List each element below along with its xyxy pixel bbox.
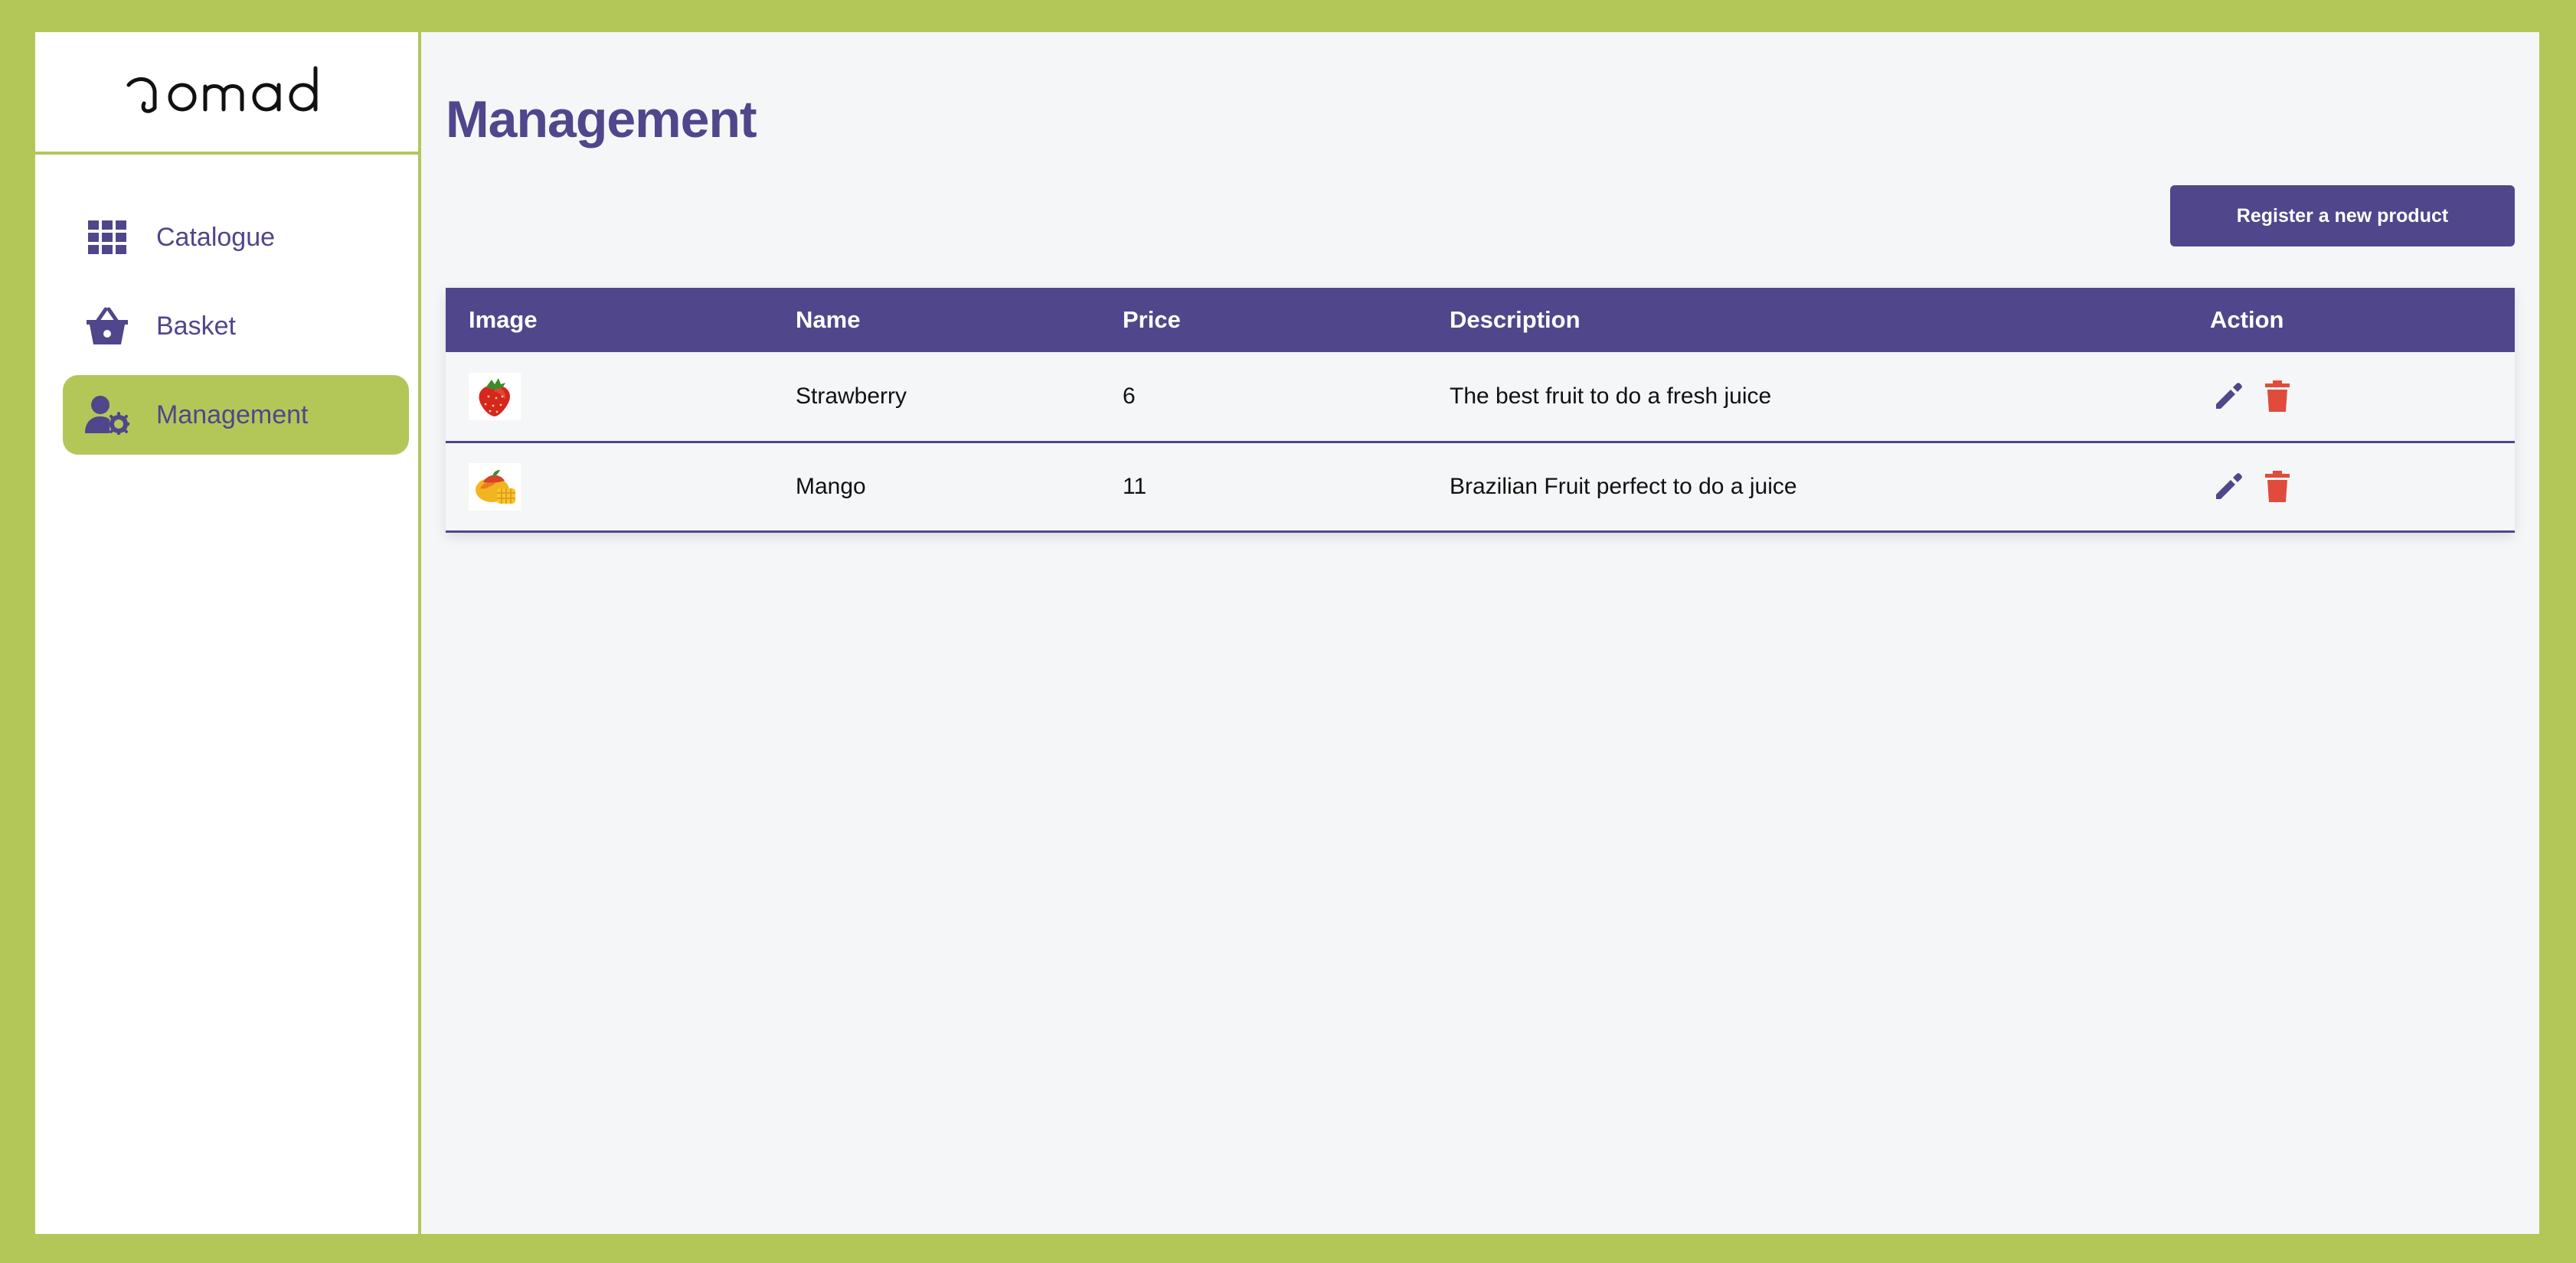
sidebar-item-label: Management	[156, 400, 309, 429]
sidebar: nomad	[35, 32, 421, 1234]
product-price: 11	[1123, 473, 1147, 499]
app-window: nomad	[35, 32, 2539, 1234]
header-description: Description	[1450, 306, 1581, 333]
nomad-logo: nomad	[126, 66, 318, 113]
page-title: Management	[446, 90, 757, 148]
edit-icon[interactable]	[2213, 379, 2244, 414]
register-product-button[interactable]: Register a new product	[2170, 185, 2515, 246]
header-image: Image	[469, 306, 538, 333]
mango-image	[469, 462, 521, 511]
header-action: Action	[2210, 306, 2284, 333]
main-content: Management Register a new product Image …	[421, 32, 2539, 1234]
products-table: Image Name Price Description Action Stra…	[446, 288, 2515, 533]
sidebar-item-basket[interactable]: Basket	[63, 286, 409, 366]
header-name: Name	[796, 306, 861, 333]
product-name: Mango	[796, 473, 866, 499]
basket-icon	[84, 303, 130, 349]
table-row: Strawberry 6 The best fruit to do a fres…	[446, 352, 2515, 442]
row-actions	[2210, 469, 2515, 504]
sidebar-item-catalogue[interactable]: Catalogue	[63, 197, 409, 277]
row-actions	[2210, 379, 2515, 414]
sidebar-item-management[interactable]: Management	[63, 375, 409, 455]
trash-icon[interactable]	[2262, 379, 2293, 414]
header-price: Price	[1123, 306, 1181, 333]
edit-icon[interactable]	[2213, 469, 2244, 504]
table-header-row: Image Name Price Description Action	[446, 288, 2515, 352]
logo-area: nomad	[35, 32, 418, 155]
trash-icon[interactable]	[2262, 469, 2293, 504]
sidebar-nav: Catalogue Basket Management	[35, 155, 418, 455]
table-row: Mango 11 Brazilian Fruit perfect to do a…	[446, 442, 2515, 531]
toolbar: Register a new product	[446, 170, 2515, 262]
strawberry-image	[469, 372, 521, 420]
grid-icon	[84, 214, 130, 260]
product-price: 6	[1123, 383, 1136, 409]
product-description: The best fruit to do a fresh juice	[1450, 383, 1772, 409]
sidebar-item-label: Catalogue	[156, 222, 276, 252]
product-description: Brazilian Fruit perfect to do a juice	[1450, 473, 1797, 499]
user-gear-icon	[84, 392, 130, 438]
product-name: Strawberry	[796, 383, 907, 409]
sidebar-item-label: Basket	[156, 311, 236, 341]
